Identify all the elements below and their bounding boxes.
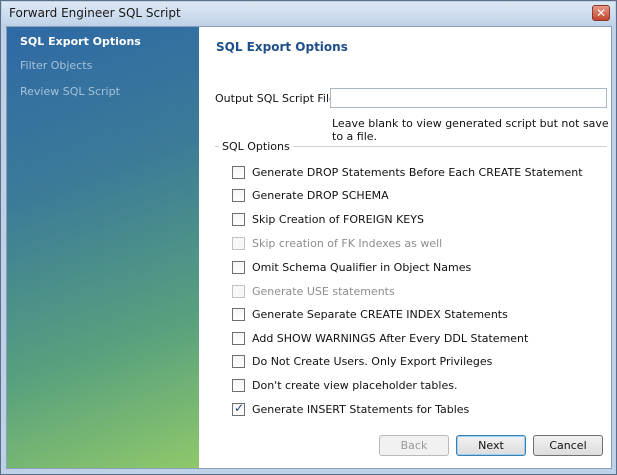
options-group-label: SQL Options <box>219 140 293 153</box>
wizard-page: SQL Export Options Output SQL Script Fil… <box>199 27 611 468</box>
wizard-sidebar: SQL Export Options Filter Objects Review… <box>7 27 199 468</box>
checkbox[interactable] <box>232 379 245 392</box>
checkbox[interactable] <box>232 261 245 274</box>
checkbox <box>232 237 245 250</box>
checkbox[interactable] <box>232 213 245 226</box>
checkbox[interactable] <box>232 166 245 179</box>
checkmark-icon: ✓ <box>234 401 245 415</box>
output-file-label: Output SQL Script File: <box>215 92 340 105</box>
window-title: Forward Engineer SQL Script <box>9 6 181 20</box>
sidebar-item-sql-export-options[interactable]: SQL Export Options <box>20 35 141 48</box>
dialog-body: SQL Export Options Filter Objects Review… <box>6 26 612 469</box>
checkbox[interactable] <box>232 332 245 345</box>
option-label: Generate DROP SCHEMA <box>252 189 389 202</box>
option-label: Generate Separate CREATE INDEX Statement… <box>252 308 508 321</box>
option-label: Skip creation of FK Indexes as well <box>252 237 443 250</box>
option-label: Don't create view placeholder tables. <box>252 379 458 392</box>
output-file-input[interactable] <box>330 88 607 108</box>
dialog-window: Forward Engineer SQL Script ✕ SQL Export… <box>0 0 617 475</box>
sidebar-item-filter-objects[interactable]: Filter Objects <box>20 59 92 72</box>
option-label: Omit Schema Qualifier in Object Names <box>252 261 472 274</box>
checkbox[interactable] <box>232 189 245 202</box>
checkbox[interactable] <box>232 355 245 368</box>
back-button: Back <box>379 435 449 456</box>
next-button[interactable]: Next <box>456 435 526 456</box>
option-label: Skip Creation of FOREIGN KEYS <box>252 213 424 226</box>
checkbox[interactable] <box>232 308 245 321</box>
close-icon: ✕ <box>595 6 607 20</box>
option-label: Generate DROP Statements Before Each CRE… <box>252 166 583 179</box>
sidebar-item-review-sql-script[interactable]: Review SQL Script <box>20 85 120 98</box>
output-file-hint: Leave blank to view generated script but… <box>332 117 609 143</box>
page-title: SQL Export Options <box>216 40 348 54</box>
option-label: Add SHOW WARNINGS After Every DDL Statem… <box>252 332 529 345</box>
checkbox <box>232 285 245 298</box>
close-button[interactable]: ✕ <box>592 5 610 21</box>
option-label: Do Not Create Users. Only Export Privile… <box>252 355 493 368</box>
cancel-button[interactable]: Cancel <box>533 435 603 456</box>
option-label: Generate INSERT Statements for Tables <box>252 403 470 416</box>
checkbox-checked[interactable]: ✓ <box>232 401 245 416</box>
title-bar[interactable]: Forward Engineer SQL Script ✕ <box>2 2 615 24</box>
option-label: Generate USE statements <box>252 285 395 298</box>
